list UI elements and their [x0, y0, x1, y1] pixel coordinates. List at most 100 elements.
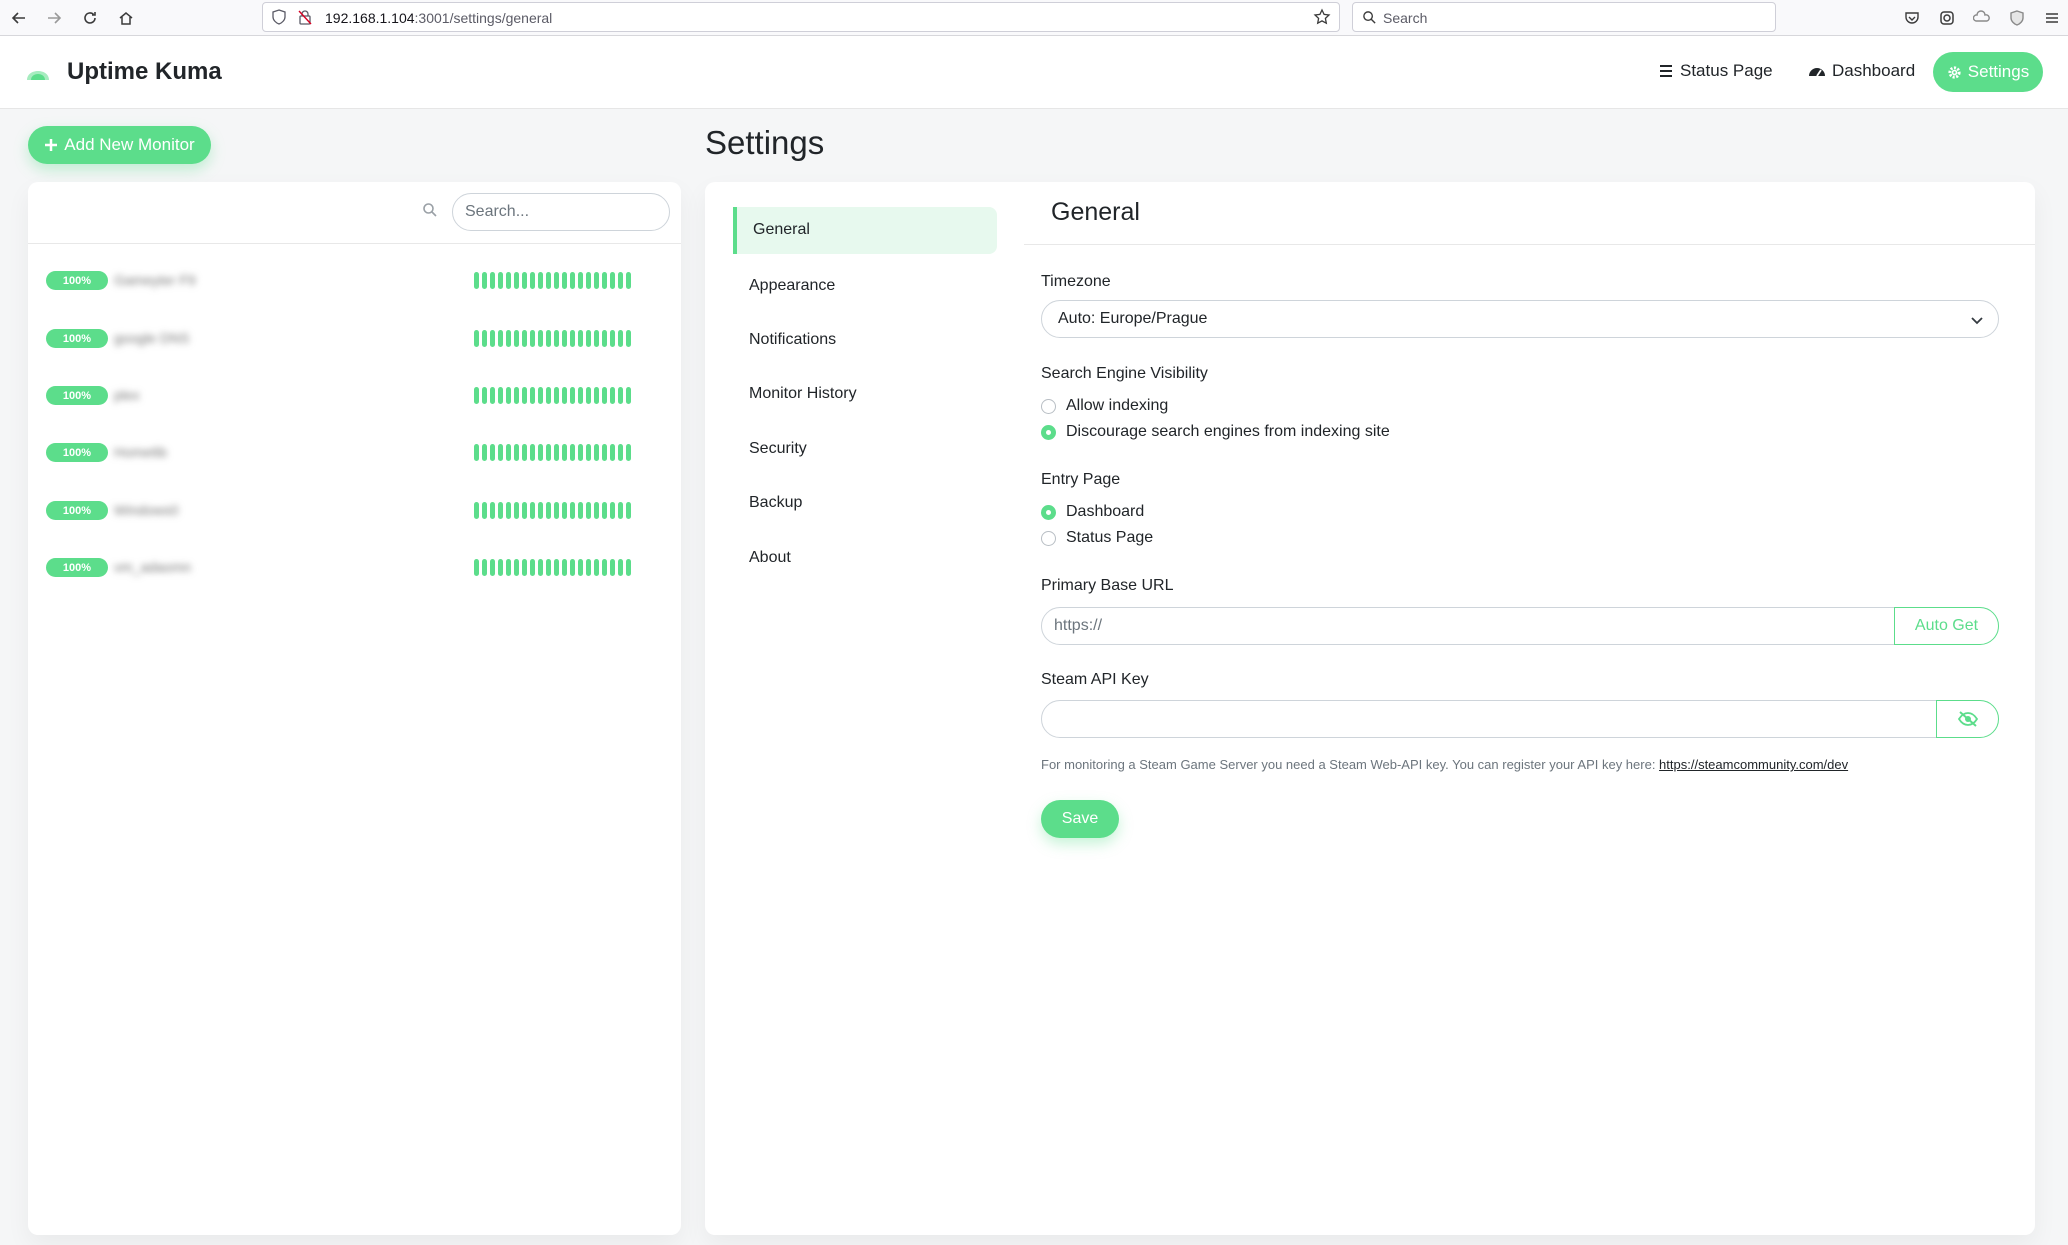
heartbeat-tick: [618, 272, 623, 289]
entry-dashboard-label: Dashboard: [1066, 503, 1145, 520]
pocket-icon[interactable]: [1900, 6, 1924, 30]
heartbeat-tick: [474, 444, 479, 461]
heartbeat-tick: [514, 444, 519, 461]
heartbeat-tick: [618, 330, 623, 347]
extension-icon[interactable]: [1935, 6, 1959, 30]
entry-dashboard-option[interactable]: Dashboard: [1041, 503, 1144, 521]
steam-api-link[interactable]: https://steamcommunity.com/dev: [1659, 757, 1848, 772]
heartbeat-tick: [522, 330, 527, 347]
heartbeat-tick: [546, 502, 551, 519]
status-page-link[interactable]: Status Page: [1658, 61, 1773, 81]
settings-menu-backup[interactable]: Backup: [749, 494, 802, 512]
heartbeat-tick: [562, 559, 567, 576]
settings-menu-label: General: [753, 221, 810, 238]
sync-icon[interactable]: [1970, 6, 1994, 30]
heartbeat-tick: [514, 272, 519, 289]
allow-indexing-option[interactable]: Allow indexing: [1041, 397, 1168, 415]
heartbeat-tick: [602, 387, 607, 404]
privacy-shield-icon[interactable]: [2005, 6, 2029, 30]
heartbeat-tick: [594, 272, 599, 289]
allow-indexing-label: Allow indexing: [1066, 397, 1169, 414]
monitor-list-item[interactable]: 100% Windows0: [28, 491, 681, 531]
browser-search-input[interactable]: Search: [1352, 2, 1776, 32]
heartbeat-tick: [474, 559, 479, 576]
heartbeat-tick: [610, 387, 615, 404]
shield-icon[interactable]: [271, 9, 287, 28]
monitor-list-item[interactable]: 100% Gameyter F9: [28, 261, 681, 301]
add-new-monitor-label: Add New Monitor: [64, 135, 195, 154]
address-bar[interactable]: 192.168.1.104:3001/settings/general: [262, 2, 1340, 32]
discourage-indexing-radio[interactable]: [1041, 424, 1056, 440]
heartbeat-bar: [474, 387, 631, 404]
settings-menu-notifications[interactable]: Notifications: [749, 331, 836, 349]
heartbeat-tick: [578, 330, 583, 347]
settings-menu-monitor-history[interactable]: Monitor History: [749, 385, 857, 403]
heartbeat-tick: [618, 387, 623, 404]
app-header: Uptime Kuma Status Page Dashboard Settin…: [0, 36, 2068, 109]
hamburger-menu-icon[interactable]: [2040, 6, 2064, 30]
back-icon[interactable]: [5, 4, 33, 32]
toggle-visibility-button[interactable]: [1936, 700, 1999, 738]
heartbeat-tick: [530, 272, 535, 289]
monitor-list-item[interactable]: 100% plex: [28, 376, 681, 416]
heartbeat-tick: [586, 330, 591, 347]
heartbeat-tick: [474, 502, 479, 519]
heartbeat-tick: [554, 272, 559, 289]
heartbeat-tick: [498, 330, 503, 347]
monitor-list-item[interactable]: 100% Home6b: [28, 433, 681, 473]
heartbeat-tick: [530, 444, 535, 461]
heartbeat-tick: [610, 502, 615, 519]
heartbeat-tick: [522, 387, 527, 404]
entry-status-page-radio[interactable]: [1041, 530, 1056, 546]
base-url-input[interactable]: https://: [1041, 607, 1895, 645]
heartbeat-tick: [522, 444, 527, 461]
allow-indexing-radio[interactable]: [1041, 398, 1056, 414]
heartbeat-tick: [562, 272, 567, 289]
heartbeat-tick: [602, 272, 607, 289]
heartbeat-tick: [554, 444, 559, 461]
add-new-monitor-button[interactable]: Add New Monitor: [28, 126, 211, 164]
reload-icon[interactable]: [76, 4, 104, 32]
uptime-kuma-logo-icon[interactable]: [24, 60, 52, 84]
home-icon[interactable]: [112, 4, 140, 32]
entry-status-page-option[interactable]: Status Page: [1041, 529, 1153, 547]
settings-menu-appearance[interactable]: Appearance: [749, 277, 835, 295]
heartbeat-tick: [506, 559, 511, 576]
auto-get-button[interactable]: Auto Get: [1894, 607, 1999, 645]
settings-panel: General Appearance Notifications Monitor…: [705, 182, 2035, 1235]
uptime-badge: 100%: [46, 271, 108, 290]
heartbeat-tick: [578, 444, 583, 461]
monitor-list-item[interactable]: 100% vm_adaomn: [28, 548, 681, 588]
entry-dashboard-radio[interactable]: [1041, 504, 1056, 520]
discourage-indexing-option[interactable]: Discourage search engines from indexing …: [1041, 423, 1390, 441]
settings-menu-about[interactable]: About: [749, 549, 791, 567]
plus-icon: [45, 139, 58, 151]
tachometer-icon: [1809, 68, 1825, 77]
dashboard-link[interactable]: Dashboard: [1808, 61, 1915, 81]
heartbeat-tick: [602, 502, 607, 519]
settings-menu-security[interactable]: Security: [749, 440, 807, 458]
settings-nav-label: Settings: [1967, 62, 2030, 81]
steam-api-key-input[interactable]: [1041, 700, 1937, 738]
discourage-indexing-label: Discourage search engines from indexing …: [1066, 423, 1390, 440]
heartbeat-tick: [586, 272, 591, 289]
heartbeat-tick: [522, 502, 527, 519]
timezone-select[interactable]: Auto: Europe/Prague: [1041, 300, 1999, 338]
heartbeat-tick: [570, 502, 575, 519]
settings-menu-general[interactable]: General: [733, 207, 997, 254]
heartbeat-tick: [610, 272, 615, 289]
settings-nav-button[interactable]: Settings: [1933, 52, 2043, 92]
heartbeat-tick: [594, 444, 599, 461]
forward-icon[interactable]: [40, 4, 68, 32]
insecure-lock-icon[interactable]: [297, 9, 313, 28]
brand-title[interactable]: Uptime Kuma: [67, 58, 222, 86]
heartbeat-tick: [514, 502, 519, 519]
entry-status-page-label: Status Page: [1066, 529, 1154, 546]
save-button[interactable]: Save: [1041, 800, 1119, 838]
heartbeat-tick: [506, 387, 511, 404]
bookmark-star-icon[interactable]: [1313, 8, 1331, 29]
monitor-list-item[interactable]: 100% google DNS: [28, 319, 681, 359]
heartbeat-tick: [594, 559, 599, 576]
monitor-list-header: Search...: [28, 182, 681, 244]
monitor-search-input[interactable]: Search...: [452, 193, 670, 231]
